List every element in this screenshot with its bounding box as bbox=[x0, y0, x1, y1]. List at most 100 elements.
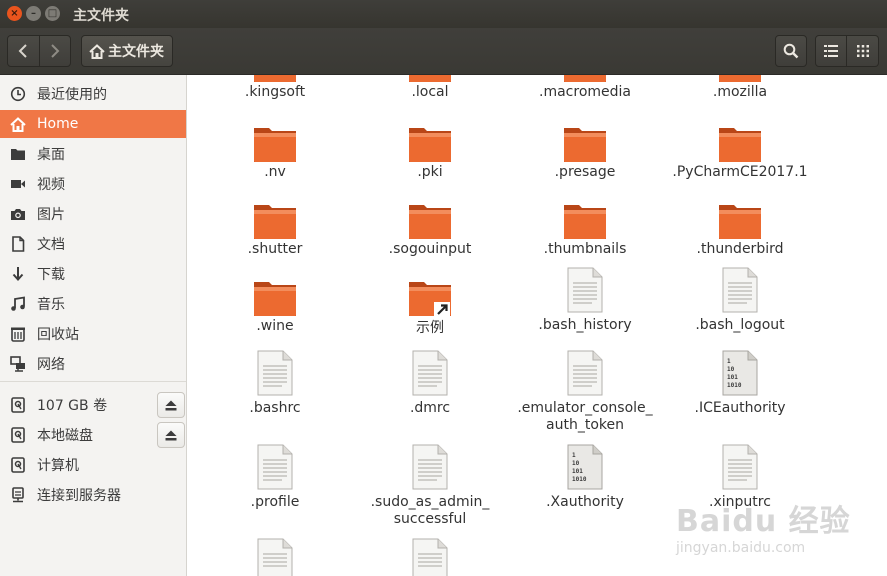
folder-item[interactable]: .presage bbox=[510, 120, 660, 190]
download-icon bbox=[9, 265, 27, 283]
file-item[interactable] bbox=[200, 538, 350, 576]
search-button[interactable] bbox=[775, 35, 807, 67]
sidebar-item-computer[interactable]: 计算机 bbox=[0, 451, 186, 479]
sidebar-item-label: 107 GB 卷 bbox=[37, 398, 108, 414]
music-icon bbox=[9, 295, 27, 313]
document-icon bbox=[9, 235, 27, 253]
drive-icon bbox=[9, 396, 27, 414]
navigation-group bbox=[7, 35, 71, 67]
file-label: .bash_logout bbox=[695, 317, 785, 333]
forward-button[interactable] bbox=[40, 36, 71, 66]
folder-item[interactable]: .pki bbox=[355, 120, 505, 190]
folder-item[interactable]: .sogouinput bbox=[355, 197, 505, 267]
file-label: .sudo_as_admin_ successful bbox=[370, 494, 490, 527]
list-view-button[interactable] bbox=[815, 35, 847, 67]
file-label: .bash_history bbox=[538, 317, 632, 333]
sidebar-item-music[interactable]: 音乐 bbox=[0, 290, 186, 318]
folder-icon bbox=[564, 205, 606, 239]
sidebar-item-desktop[interactable]: 桌面 bbox=[0, 140, 186, 168]
close-window-button[interactable]: × bbox=[7, 6, 22, 21]
sidebar-item-home[interactable]: Home bbox=[0, 110, 186, 138]
sidebar-item-documents[interactable]: 文档 bbox=[0, 230, 186, 258]
sidebar-item-downloads[interactable]: 下载 bbox=[0, 260, 186, 288]
sidebar-item-label: 音乐 bbox=[37, 297, 65, 313]
sidebar-divider bbox=[0, 381, 186, 382]
file-item[interactable]: .bash_history bbox=[510, 267, 660, 342]
folder-item[interactable]: .shutter bbox=[200, 197, 350, 267]
file-item[interactable]: .emulator_console_ auth_token bbox=[510, 350, 660, 435]
folder-item[interactable]: .thumbnails bbox=[510, 197, 660, 267]
file-label: .wine bbox=[256, 318, 294, 334]
trash-icon bbox=[9, 325, 27, 343]
path-bar-home-button[interactable]: 主文件夹 bbox=[81, 35, 173, 67]
svg-text:101: 101 bbox=[572, 468, 583, 475]
folder-icon bbox=[409, 205, 451, 239]
folder-item[interactable]: .macromedia bbox=[510, 75, 660, 110]
text-file-icon bbox=[257, 538, 293, 576]
folder-icon bbox=[254, 128, 296, 162]
file-item[interactable]: .profile bbox=[200, 444, 350, 519]
svg-text:1: 1 bbox=[727, 358, 731, 365]
text-file-icon bbox=[567, 267, 603, 313]
sidebar-item-label: 文档 bbox=[37, 237, 65, 253]
sidebar-item-connect-server[interactable]: 连接到服务器 bbox=[0, 481, 186, 509]
svg-text:1: 1 bbox=[572, 452, 576, 459]
clock-icon bbox=[9, 85, 27, 103]
folder-item[interactable]: .kingsoft bbox=[200, 75, 350, 110]
folder-icon bbox=[254, 205, 296, 239]
file-item[interactable]: .bash_logout bbox=[665, 267, 815, 342]
sidebar-item-network[interactable]: 网络 bbox=[0, 350, 186, 378]
sidebar: 最近使用的 Home 桌面 视频 图片 文档 下载 音乐 回收站 网络 107 … bbox=[0, 75, 187, 576]
title-bar: × – □ 主文件夹 bbox=[0, 0, 887, 28]
binary-file-icon: 1101011010 bbox=[722, 350, 758, 396]
file-label: .emulator_console_ auth_token bbox=[517, 400, 653, 433]
header-bar: 主文件夹 bbox=[0, 28, 887, 75]
sidebar-item-pictures[interactable]: 图片 bbox=[0, 200, 186, 228]
eject-button[interactable] bbox=[157, 422, 185, 448]
folder-icon bbox=[564, 128, 606, 162]
file-label: .Xauthority bbox=[546, 494, 624, 510]
minimize-window-button[interactable]: – bbox=[26, 6, 41, 21]
file-item[interactable]: .sudo_as_admin_ successful bbox=[355, 444, 505, 529]
back-button[interactable] bbox=[8, 36, 40, 66]
binary-file-icon: 1101011010 bbox=[567, 444, 603, 490]
sidebar-item-trash[interactable]: 回收站 bbox=[0, 320, 186, 348]
sidebar-item-label: 本地磁盘 bbox=[37, 428, 93, 444]
file-label: .nv bbox=[264, 164, 286, 180]
text-file-icon bbox=[412, 538, 448, 576]
home-icon bbox=[9, 115, 27, 133]
folder-item[interactable]: .local bbox=[355, 75, 505, 110]
file-label: .ICEauthority bbox=[694, 400, 786, 416]
folder-link-item[interactable]: 示例 bbox=[355, 274, 505, 344]
sidebar-item-label: 视频 bbox=[37, 177, 65, 193]
file-label: .profile bbox=[250, 494, 300, 510]
file-label: .local bbox=[411, 84, 449, 100]
folder-item[interactable]: .mozilla bbox=[665, 75, 815, 110]
sidebar-item-label: Home bbox=[37, 116, 79, 132]
folder-icon bbox=[9, 145, 27, 163]
file-item[interactable] bbox=[355, 538, 505, 576]
sidebar-item-recent[interactable]: 最近使用的 bbox=[0, 80, 186, 108]
drive-icon bbox=[9, 426, 27, 444]
chevron-right-icon bbox=[51, 44, 60, 58]
eject-button[interactable] bbox=[157, 392, 185, 418]
folder-item[interactable]: .PyCharmCE2017.1 bbox=[665, 120, 815, 190]
grid-view-button[interactable] bbox=[847, 35, 879, 67]
sidebar-item-label: 回收站 bbox=[37, 327, 79, 343]
folder-item[interactable]: .wine bbox=[200, 274, 350, 344]
folder-item[interactable]: .thunderbird bbox=[665, 197, 815, 267]
text-file-icon bbox=[722, 444, 758, 490]
sidebar-item-volume-107gb[interactable]: 107 GB 卷 bbox=[0, 391, 150, 419]
file-label: .bashrc bbox=[249, 400, 301, 416]
home-icon bbox=[89, 43, 105, 59]
chevron-left-icon bbox=[18, 44, 27, 58]
file-item[interactable]: 1 10 101 1010 .ICEauthority bbox=[665, 350, 815, 420]
file-item[interactable]: .bashrc bbox=[200, 350, 350, 420]
sidebar-item-videos[interactable]: 视频 bbox=[0, 170, 186, 198]
sidebar-item-local-disk[interactable]: 本地磁盘 bbox=[0, 421, 150, 449]
file-item[interactable]: .dmrc bbox=[355, 350, 505, 420]
maximize-window-button[interactable]: □ bbox=[45, 6, 60, 21]
file-item[interactable]: 1 10 101 1010 .Xauthority bbox=[510, 444, 660, 519]
list-view-icon bbox=[824, 45, 838, 57]
folder-item[interactable]: .nv bbox=[200, 120, 350, 190]
